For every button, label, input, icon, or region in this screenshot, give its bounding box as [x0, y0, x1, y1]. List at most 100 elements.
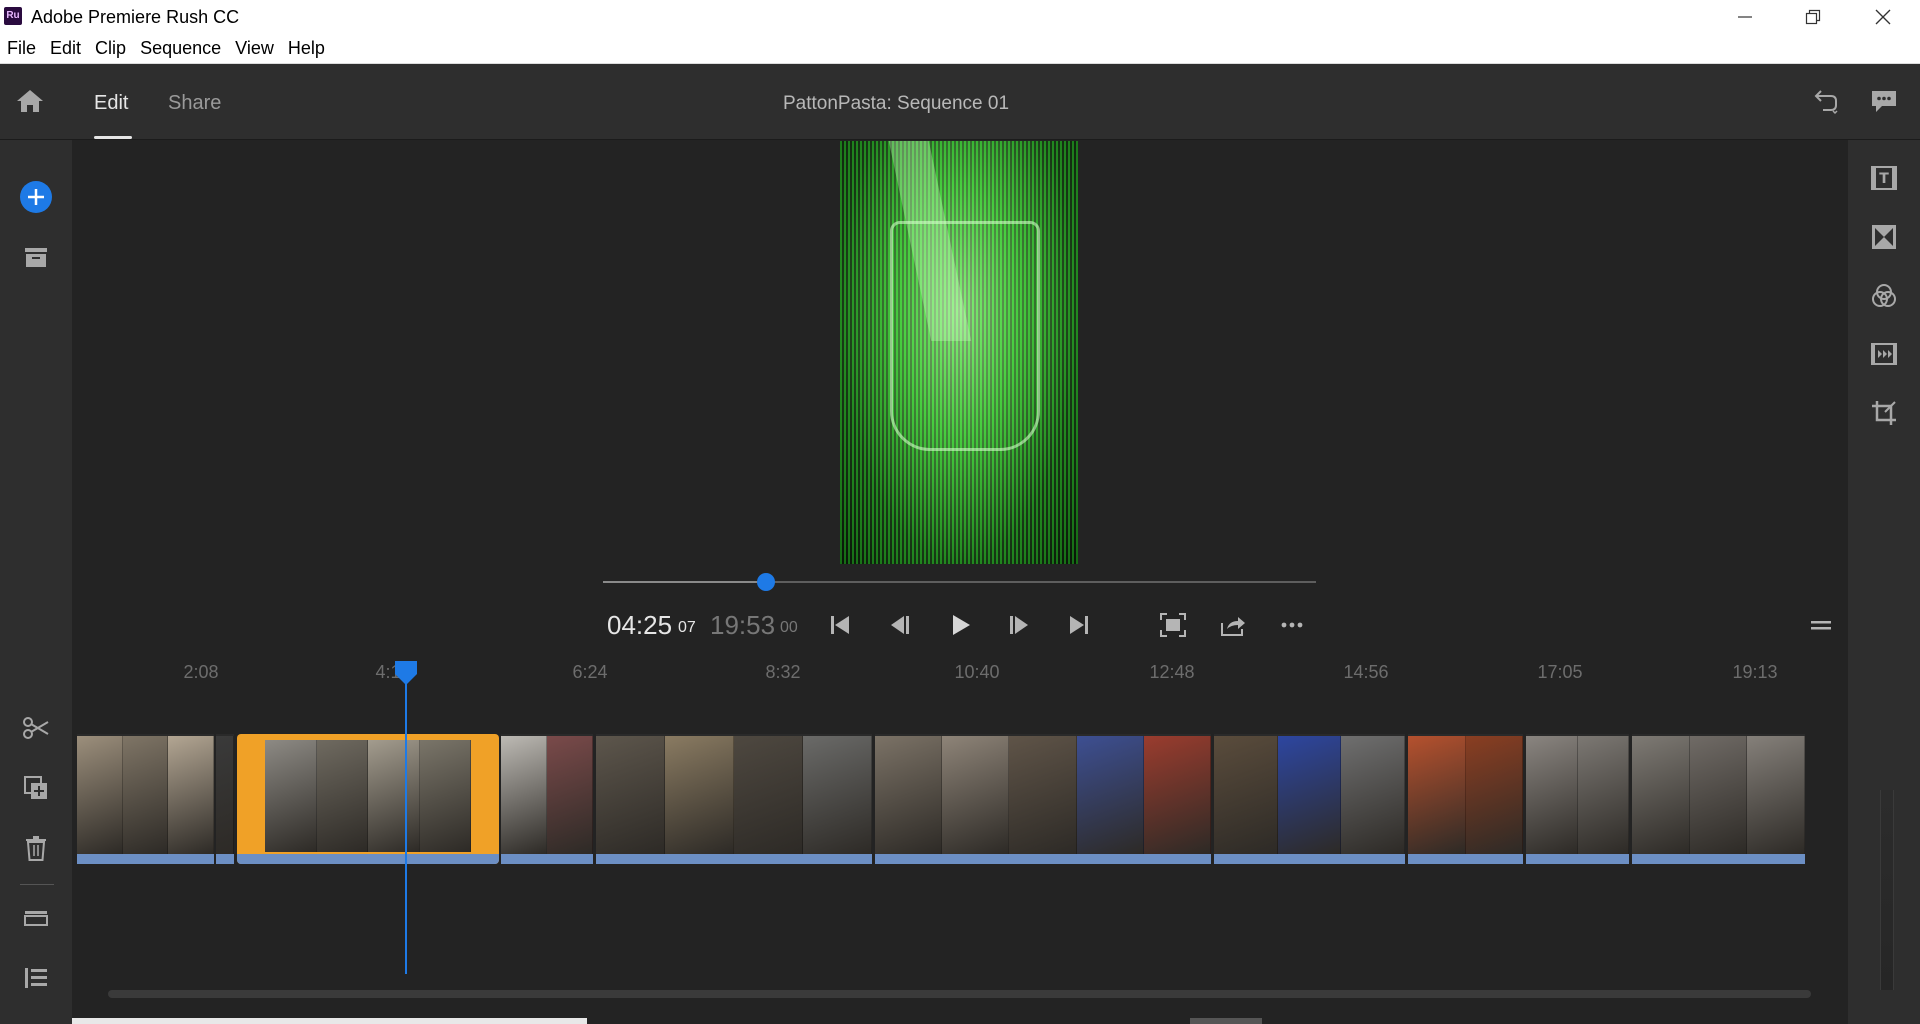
active-tab-indicator: [94, 136, 132, 139]
timeline-clip[interactable]: [1214, 734, 1405, 864]
ruler-tick-label: 8:32: [765, 662, 801, 682]
step-forward-icon: [1010, 616, 1028, 634]
transitions-button[interactable]: [1864, 217, 1904, 257]
undo-icon: [1814, 90, 1838, 115]
ruler-tick-label: 19:13: [1732, 662, 1778, 682]
color-button[interactable]: [1864, 276, 1904, 316]
list-icon: [25, 968, 47, 988]
timeline-clip[interactable]: [875, 734, 1211, 864]
menu-sequence[interactable]: Sequence: [133, 38, 228, 59]
playhead-line: [405, 672, 407, 974]
timeline-clip[interactable]: [1526, 734, 1629, 864]
duplicate-icon: [24, 776, 47, 799]
menu-help[interactable]: Help: [281, 38, 332, 59]
step-forward-button[interactable]: [1002, 608, 1036, 642]
status-bar-segment: [72, 1018, 587, 1024]
trash-icon: [26, 836, 46, 861]
current-frames: 07: [678, 619, 696, 636]
clip-thumbnail: [1408, 736, 1466, 854]
rail-divider: [20, 884, 54, 885]
timeline-clip[interactable]: [501, 734, 593, 864]
archive-icon: [25, 248, 47, 267]
clip-thumbnail: [1009, 736, 1077, 854]
clip-thumbnails: [1526, 736, 1629, 854]
minimize-icon: [1738, 16, 1752, 18]
delete-clip-button[interactable]: [16, 828, 56, 868]
play-button[interactable]: [943, 608, 977, 642]
sequence-title: PattonPasta: Sequence 01: [782, 93, 1010, 114]
clip-thumbnail: [875, 736, 943, 854]
clip-audio-waveform: [1214, 854, 1405, 864]
clip-audio-waveform: [77, 854, 214, 864]
step-back-icon: [891, 616, 909, 634]
clip-audio-waveform: [1526, 854, 1629, 864]
restore-icon: [1805, 9, 1821, 25]
current-timecode: 04:25: [607, 610, 673, 640]
clip-thumbnail: [942, 736, 1010, 854]
close-button[interactable]: [1848, 0, 1918, 34]
clip-thumbnail: [501, 736, 547, 854]
timeline-clip[interactable]: [596, 734, 872, 864]
panel-toggle-button[interactable]: [1804, 608, 1838, 642]
window-title: Adobe Premiere Rush CC: [31, 7, 240, 27]
title-bar: Ru Adobe Premiere Rush CC: [0, 0, 1920, 34]
clip-thumbnail: [1341, 736, 1405, 854]
clip-audio-waveform: [1408, 854, 1523, 864]
timeline-clip[interactable]: [1632, 734, 1805, 864]
clip-thumbnail: [1076, 736, 1144, 854]
transitions-icon: [1872, 225, 1896, 249]
add-media-button[interactable]: [16, 177, 56, 217]
go-to-start-button[interactable]: [823, 608, 857, 642]
scrubber-handle[interactable]: [756, 573, 775, 591]
project-assets-button[interactable]: [16, 237, 56, 277]
crop-button[interactable]: [1864, 393, 1904, 433]
timeline-list-button[interactable]: [16, 958, 56, 998]
clip-thumbnails: [1632, 736, 1805, 854]
fullscreen-icon: [1160, 613, 1186, 637]
timeline-scrollbar[interactable]: [108, 990, 1811, 998]
clip-thumbnail: [665, 736, 734, 854]
timeline-clip[interactable]: [216, 734, 234, 864]
menu-bar: File Edit Clip Sequence View Help: [0, 34, 1920, 64]
clip-thumbnails: [875, 736, 1211, 854]
close-icon: [1875, 9, 1891, 25]
timeline-clip[interactable]: [77, 734, 214, 864]
clip-thumbnail: [1747, 736, 1805, 854]
clip-thumbnail: [216, 736, 234, 854]
export-frame-button[interactable]: [1216, 608, 1250, 642]
titles-button[interactable]: T: [1864, 158, 1904, 198]
track-controls-button[interactable]: [16, 898, 56, 938]
track-icon: [24, 911, 48, 926]
split-clip-button[interactable]: [16, 708, 56, 748]
restore-button[interactable]: [1778, 0, 1848, 34]
timeline-clip-selected[interactable]: [237, 734, 499, 864]
undo-button[interactable]: [1804, 81, 1844, 121]
total-frames: 00: [780, 619, 798, 636]
timeline-clip[interactable]: [1408, 734, 1523, 864]
menu-clip[interactable]: Clip: [88, 38, 133, 59]
clip-thumbnail: [168, 736, 214, 854]
ellipsis-icon: [1281, 622, 1303, 628]
playback-scrubber[interactable]: [603, 573, 1316, 591]
menu-file[interactable]: File: [0, 38, 43, 59]
fullscreen-button[interactable]: [1156, 608, 1190, 642]
playhead-handle-icon[interactable]: [393, 660, 419, 686]
duplicate-clip-button[interactable]: [16, 768, 56, 808]
clip-thumbnail: [1526, 736, 1578, 854]
app-header: Edit Share PattonPasta: Sequence 01: [0, 64, 1920, 140]
minimize-button[interactable]: [1710, 0, 1780, 34]
clip-thumbnail: [1632, 736, 1690, 854]
clip-thumbnails: [596, 736, 872, 854]
more-options-button[interactable]: [1275, 608, 1309, 642]
go-to-end-button[interactable]: [1062, 608, 1096, 642]
comments-button[interactable]: [1864, 81, 1904, 121]
timeline-track[interactable]: [72, 734, 1848, 864]
clip-thumbnails: [1408, 736, 1523, 854]
skip-to-end-icon: [1070, 616, 1088, 634]
step-back-button[interactable]: [883, 608, 917, 642]
clip-thumbnail: [1577, 736, 1629, 854]
menu-edit[interactable]: Edit: [43, 38, 88, 59]
speed-button[interactable]: [1864, 334, 1904, 374]
menu-view[interactable]: View: [228, 38, 281, 59]
clip-thumbnail: [1277, 736, 1342, 854]
